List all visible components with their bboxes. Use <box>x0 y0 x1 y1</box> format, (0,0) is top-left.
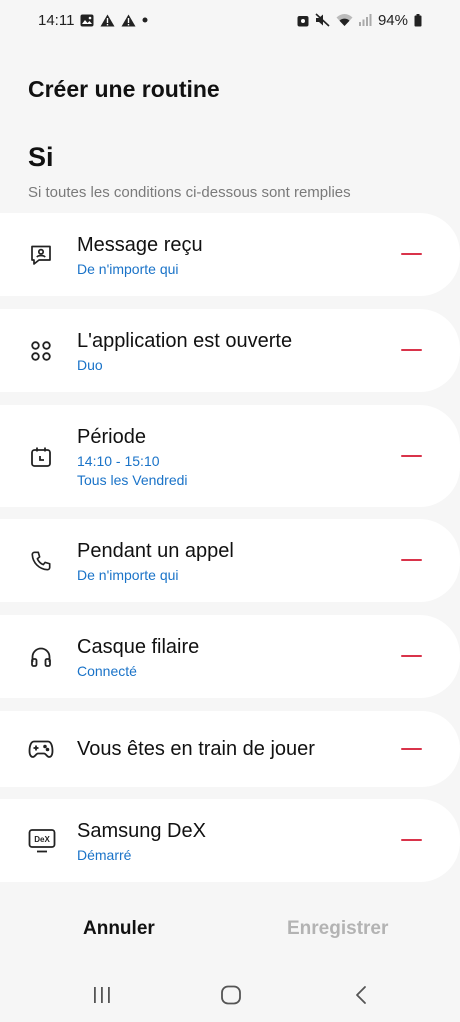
condition-card-wired-headset[interactable]: Casque filaire Connecté <box>0 615 460 698</box>
home-icon <box>221 985 241 1005</box>
minus-icon <box>400 839 422 841</box>
battery-percent: 94% <box>377 11 408 29</box>
condition-title: Pendant un appel <box>77 540 234 562</box>
condition-title: Samsung DeX <box>77 820 206 842</box>
headphones-icon <box>28 644 54 670</box>
minus-icon <box>400 253 422 255</box>
condition-text: L'application est ouverte Duo <box>77 329 292 375</box>
page-title: Créer une routine <box>28 76 220 102</box>
gamepad-icon <box>28 736 54 762</box>
remove-condition-button[interactable] <box>400 243 422 265</box>
condition-title: Période <box>77 426 146 448</box>
recent-apps-icon <box>94 987 110 1003</box>
condition-title: L'application est ouverte <box>77 330 293 352</box>
minus-icon <box>400 455 422 457</box>
dex-icon: DeX <box>28 828 56 854</box>
back-icon <box>356 986 366 1004</box>
signal-icon <box>358 14 372 26</box>
condition-card-during-call[interactable]: Pendant un appel De n'importe qui <box>0 519 460 602</box>
home-button[interactable] <box>216 982 246 1008</box>
remove-condition-button[interactable] <box>400 549 422 571</box>
condition-text: Vous êtes en train de jouer <box>77 737 315 761</box>
warning-icon <box>121 14 136 27</box>
section-title: Si <box>28 142 54 172</box>
status-bar-right: 94% <box>297 12 422 29</box>
save-button[interactable]: Enregistrer <box>287 918 388 940</box>
condition-text: Casque filaire Connecté <box>77 635 199 681</box>
warning-icon <box>100 14 115 27</box>
condition-title: Message reçu <box>77 234 203 256</box>
minus-icon <box>400 349 422 351</box>
condition-title: Casque filaire <box>77 636 200 658</box>
status-time: 14:11 <box>38 11 75 29</box>
condition-card-period[interactable]: Période 14:10 - 15:10 Tous les Vendredi <box>0 405 460 507</box>
bottom-actions: Annuler Enregistrer <box>0 908 460 952</box>
minus-icon <box>400 559 422 561</box>
condition-subtitle: Connecté <box>77 663 137 679</box>
minus-icon <box>400 655 422 657</box>
condition-subtitle: De n'importe qui <box>77 567 179 583</box>
condition-card-samsung-dex[interactable]: DeX Samsung DeX Démarré <box>0 799 460 882</box>
condition-subtitle: Démarré <box>77 847 132 863</box>
section-subtitle: Si toutes les conditions ci-dessous sont… <box>28 184 351 201</box>
calendar-clock-icon <box>28 444 54 470</box>
mute-icon <box>315 13 330 27</box>
condition-card-playing-game[interactable]: Vous êtes en train de jouer <box>0 711 460 787</box>
remove-condition-button[interactable] <box>400 645 422 667</box>
more-notifications-dot-icon <box>142 17 148 23</box>
condition-text: Pendant un appel De n'importe qui <box>77 539 234 585</box>
minus-icon <box>400 748 422 750</box>
status-bar: 14:11 94% <box>0 0 460 40</box>
condition-card-message-received[interactable]: Message reçu De n'importe qui <box>0 213 460 296</box>
condition-card-app-opened[interactable]: L'application est ouverte Duo <box>0 309 460 392</box>
secure-folder-icon <box>297 13 309 27</box>
remove-condition-button[interactable] <box>400 738 422 760</box>
recent-apps-button[interactable] <box>87 982 117 1008</box>
message-received-icon <box>28 242 54 268</box>
condition-subtitle: De n'importe qui <box>77 261 179 277</box>
condition-subtitle: 14:10 - 15:10 <box>77 453 160 469</box>
condition-text: Message reçu De n'importe qui <box>77 233 203 279</box>
navigation-bar <box>0 966 460 1022</box>
dex-icon-label: DeX <box>34 835 50 844</box>
apps-icon <box>28 338 54 364</box>
remove-condition-button[interactable] <box>400 445 422 467</box>
gallery-notification-icon <box>80 14 94 27</box>
condition-text: Période 14:10 - 15:10 Tous les Vendredi <box>77 425 188 490</box>
battery-icon <box>414 13 422 27</box>
cancel-button[interactable]: Annuler <box>83 918 155 940</box>
back-button[interactable] <box>346 982 376 1008</box>
remove-condition-button[interactable] <box>400 829 422 851</box>
condition-subtitle-secondary: Tous les Vendredi <box>77 472 188 488</box>
condition-title: Vous êtes en train de jouer <box>77 738 315 760</box>
condition-text: Samsung DeX Démarré <box>77 819 206 865</box>
wifi-icon <box>336 13 353 27</box>
remove-condition-button[interactable] <box>400 339 422 361</box>
status-bar-left: 14:11 <box>38 12 148 29</box>
phone-icon <box>28 548 54 574</box>
condition-subtitle: Duo <box>77 357 103 373</box>
